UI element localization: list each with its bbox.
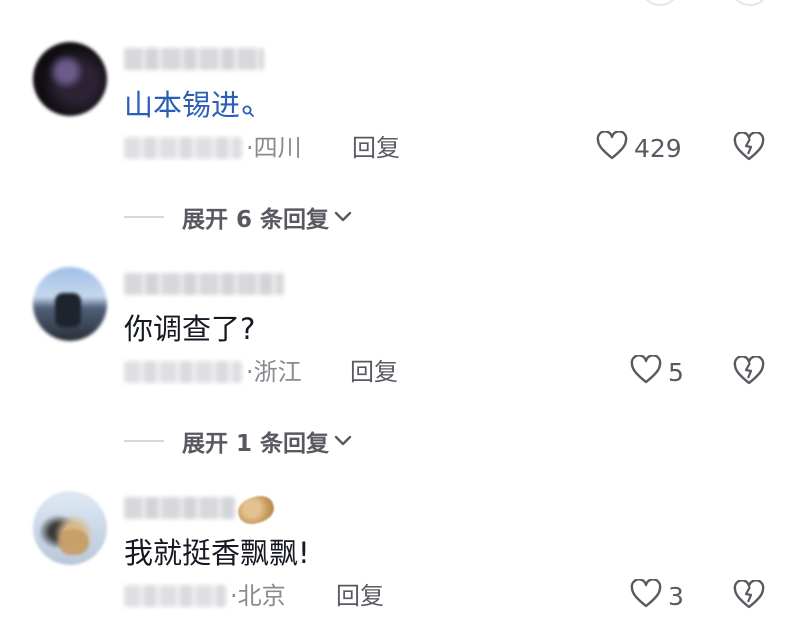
- chevron-down-icon: [333, 208, 353, 227]
- comment-text: 你调查了?: [124, 312, 256, 346]
- comment-text: 我就挺香飘飘!: [124, 536, 310, 570]
- like-button[interactable]: 3: [630, 578, 684, 613]
- heart-outline-icon: [630, 578, 662, 613]
- avatar[interactable]: [33, 491, 107, 565]
- reply-button[interactable]: 回复: [352, 133, 400, 163]
- dislike-button[interactable]: [733, 131, 765, 166]
- emoji-sticker: [234, 492, 278, 528]
- partial-top-button[interactable]: [730, 0, 770, 6]
- timestamp-blurred: [124, 361, 242, 383]
- broken-heart-icon: [733, 131, 765, 166]
- dislike-button[interactable]: [733, 579, 765, 614]
- reply-button[interactable]: 回复: [350, 357, 398, 387]
- expand-replies[interactable]: 展开 1 条回复: [124, 426, 353, 457]
- heart-outline-icon: [630, 354, 662, 389]
- username-blurred[interactable]: [124, 497, 236, 519]
- like-count: 3: [668, 581, 684, 611]
- comment-text: 山本锡进: [124, 87, 254, 123]
- dislike-button[interactable]: [733, 355, 765, 390]
- like-count: 5: [668, 357, 684, 387]
- chevron-down-icon: [333, 432, 353, 451]
- expand-replies[interactable]: 展开 6 条回复: [124, 202, 353, 233]
- comment-location: ·四川: [246, 134, 302, 162]
- expand-label: 展开 1 条回复: [182, 431, 330, 457]
- comment-location: ·北京: [230, 582, 286, 610]
- like-button[interactable]: 429: [596, 130, 682, 165]
- username-blurred[interactable]: [124, 48, 264, 70]
- broken-heart-icon: [733, 579, 765, 614]
- heart-outline-icon: [596, 130, 628, 165]
- search-icon: [242, 89, 254, 117]
- partial-top-button[interactable]: [640, 0, 680, 6]
- avatar[interactable]: [33, 42, 107, 116]
- broken-heart-icon: [733, 355, 765, 390]
- like-button[interactable]: 5: [630, 354, 684, 389]
- mention-link[interactable]: 山本锡进: [124, 88, 240, 122]
- expand-label: 展开 6 条回复: [182, 207, 330, 233]
- expand-divider: [124, 440, 164, 442]
- reply-button[interactable]: 回复: [336, 581, 384, 611]
- timestamp-blurred: [124, 137, 242, 159]
- expand-divider: [124, 216, 164, 218]
- like-count: 429: [634, 133, 682, 163]
- username-blurred[interactable]: [124, 273, 284, 295]
- timestamp-blurred: [124, 585, 226, 607]
- avatar[interactable]: [33, 267, 107, 341]
- comment-location: ·浙江: [246, 358, 302, 386]
